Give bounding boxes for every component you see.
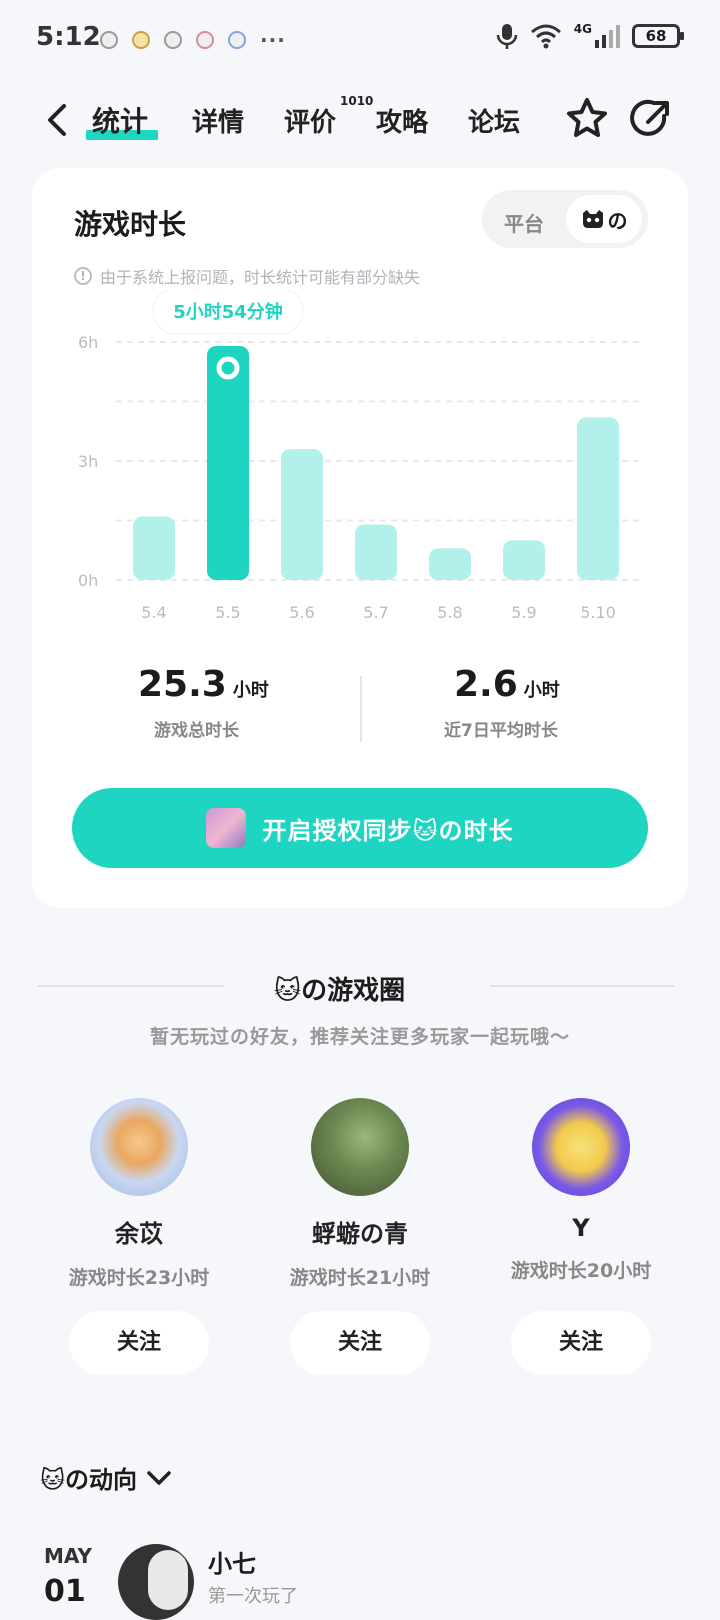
chart-bar <box>503 540 545 580</box>
system-status: 4G 68 <box>496 22 684 50</box>
friend-name[interactable]: 蜉蝣の青 <box>250 1214 470 1249</box>
avg-playtime: 2.6 小时 <box>454 664 560 705</box>
chart-bar <box>355 524 397 580</box>
dynamics-title: 🐱の动向 <box>40 1466 138 1494</box>
friend-name[interactable]: Y <box>471 1214 691 1242</box>
x-tick-label: 5.7 <box>363 603 388 622</box>
friend-playtime: 游戏时长21小时 <box>289 1267 431 1289</box>
app-notification-icon <box>132 31 150 49</box>
section-divider-left <box>38 985 224 987</box>
friend-avatar[interactable] <box>311 1098 409 1196</box>
cat-logo-icon <box>582 210 603 228</box>
playtime-title: 游戏时长 <box>74 208 187 241</box>
app-notification-icon <box>196 31 214 49</box>
dynamics-header[interactable]: 🐱の动向 <box>40 1460 173 1495</box>
post-summary: 第一次玩了 <box>208 1586 298 1607</box>
tab-details[interactable]: 详情 <box>192 102 244 139</box>
playtime-bar-chart: 0h 3h 6h 5.4 5.5 5小时54分钟 5.6 5.7 5.8 5.9 5.10 <box>78 290 640 622</box>
post-author-name[interactable]: 小七 <box>208 1544 256 1579</box>
data-notice: ! 由于系统上报问题，时长统计可能有部分缺失 <box>74 264 420 288</box>
follow-button[interactable]: 关注 <box>511 1311 651 1375</box>
x-tick-label: 5.10 <box>580 603 616 622</box>
app-notification-icon <box>164 31 182 49</box>
tooltip-pointer <box>220 333 236 343</box>
total-playtime-label: 游戏总时长 <box>154 721 239 741</box>
section-divider-right <box>490 985 674 987</box>
chart-bar <box>207 345 249 580</box>
back-arrow-icon[interactable] <box>38 100 78 140</box>
wifi-icon <box>530 24 561 49</box>
y-tick-label: 3h <box>78 452 98 471</box>
friend-name[interactable]: 余苡 <box>29 1214 249 1249</box>
app-notification-icon <box>228 31 246 49</box>
y-tick-label: 0h <box>78 571 98 590</box>
friend-avatar[interactable] <box>90 1098 188 1196</box>
avg-playtime-value: 2.6 <box>454 664 518 705</box>
x-tick-label: 5.9 <box>511 603 536 622</box>
friend-playtime: 游戏时长20小时 <box>510 1260 652 1282</box>
follow-button[interactable]: 关注 <box>69 1311 209 1375</box>
tab-reviews[interactable]: 评价 <box>284 102 336 139</box>
chart-bar <box>133 516 175 580</box>
toggle-selected-label: の <box>607 208 628 233</box>
friend-card: Y 游戏时长20小时 <box>471 1098 691 1283</box>
stat-divider <box>360 676 362 742</box>
user-avatar <box>206 808 247 848</box>
status-time: 5:12 <box>36 22 101 52</box>
game-circle-subtitle: 暂无玩过の好友，推荐关注更多玩家一起玩哦～ <box>149 1026 570 1048</box>
avg-playtime-label: 近7日平均时长 <box>444 721 558 741</box>
app-notification-icon <box>100 31 118 49</box>
friend-playtime: 游戏时长23小时 <box>68 1267 210 1289</box>
chart-bar <box>281 449 323 580</box>
chevron-down-icon <box>147 1470 171 1485</box>
info-icon: ! <box>74 267 92 285</box>
follow-button[interactable]: 关注 <box>290 1311 430 1375</box>
tab-stats[interactable]: 统计 <box>92 100 148 140</box>
share-icon[interactable] <box>628 96 674 142</box>
microphone-icon <box>496 24 518 49</box>
chart-bar <box>577 417 619 580</box>
tab-guides[interactable]: 攻略 <box>376 102 428 139</box>
sync-authorize-button[interactable]: 开启授权同步🐱の时长 <box>72 788 648 868</box>
toggle-platform[interactable]: 平台 <box>504 208 544 237</box>
x-tick-label: 5.8 <box>437 603 462 622</box>
signal-icon <box>595 25 620 48</box>
total-playtime: 25.3 小时 <box>138 664 269 705</box>
toggle-selected[interactable]: の <box>566 195 642 243</box>
total-playtime-unit: 小时 <box>232 680 269 701</box>
avg-playtime-unit: 小时 <box>523 680 560 701</box>
network-type: 4G <box>573 22 592 36</box>
x-tick-label: 5.6 <box>289 603 314 622</box>
y-tick-label: 6h <box>78 333 98 352</box>
post-author-avatar[interactable] <box>118 1544 194 1620</box>
game-circle-title: 🐱の游戏圈 <box>274 976 406 1006</box>
review-count-badge: 1010 <box>340 94 374 108</box>
data-notice-text: 由于系统上报问题，时长统计可能有部分缺失 <box>100 268 421 287</box>
friend-card: 蜉蝣の青 游戏时长21小时 <box>250 1098 470 1290</box>
star-favorite-icon[interactable] <box>564 96 610 142</box>
friend-avatar[interactable] <box>532 1098 630 1196</box>
x-tick-label: 5.4 <box>141 603 166 622</box>
total-playtime-value: 25.3 <box>138 664 227 705</box>
x-tick-label: 5.5 <box>215 603 240 622</box>
tooltip-text: 5小时54分钟 <box>173 301 283 323</box>
sync-authorize-label: 开启授权同步🐱の时长 <box>262 816 514 845</box>
friend-card: 余苡 游戏时长23小时 <box>29 1098 249 1290</box>
tab-forum[interactable]: 论坛 <box>468 102 520 139</box>
battery-indicator: 68 <box>632 24 684 48</box>
post-month: MAY <box>44 1544 92 1568</box>
more-notifications: ··· <box>260 28 286 52</box>
chart-bar <box>429 548 471 580</box>
notification-icons: ··· <box>100 28 286 52</box>
